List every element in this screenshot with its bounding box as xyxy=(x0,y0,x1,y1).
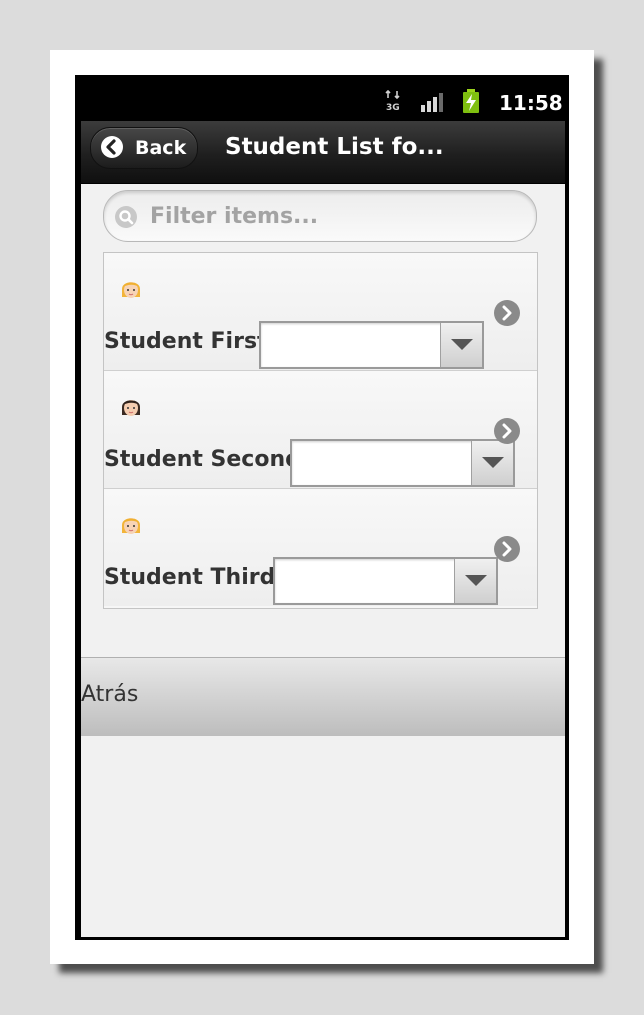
chevron-right-icon[interactable] xyxy=(494,418,520,444)
svg-text:3G: 3G xyxy=(386,103,400,112)
filter-input[interactable] xyxy=(148,200,522,232)
list-item[interactable]: Student Second xyxy=(104,371,537,489)
screenshot-frame: 3G 11:58 Back Student List fo... Filter … xyxy=(50,50,594,964)
filter-field[interactable] xyxy=(103,190,537,242)
dropdown-arrow[interactable] xyxy=(440,323,482,367)
back-button[interactable]: Back xyxy=(90,127,198,169)
battery-charging-icon xyxy=(463,89,479,113)
search-icon xyxy=(115,206,137,228)
back-button-label: Back xyxy=(135,137,187,159)
clock-time: 11:58 xyxy=(499,91,563,115)
student-select[interactable] xyxy=(273,557,498,605)
app-screen: 3G 11:58 Back Student List fo... Filter … xyxy=(81,75,565,937)
footer-back-bar[interactable]: Atrás xyxy=(81,657,565,736)
signal-strength-icon xyxy=(421,93,443,112)
phone-device: 3G 11:58 Back Student List fo... Filter … xyxy=(75,75,569,940)
dropdown-arrow[interactable] xyxy=(471,441,513,485)
footer-back-label: Atrás xyxy=(81,682,139,707)
dropdown-arrow[interactable] xyxy=(454,559,496,603)
chevron-right-icon[interactable] xyxy=(494,300,520,326)
list-item[interactable]: Student First xyxy=(104,253,537,371)
network-3g-icon: 3G xyxy=(385,90,400,112)
chevron-down-icon xyxy=(451,339,473,350)
student-name: Student Third xyxy=(104,565,276,590)
header-bar: Back Student List fo... xyxy=(81,121,565,184)
chevron-right-icon[interactable] xyxy=(494,536,520,562)
student-select[interactable] xyxy=(259,321,484,369)
brunette-girl-avatar-icon xyxy=(122,400,140,416)
student-name: Student First xyxy=(104,329,268,354)
student-list: Student First Student Second Student Thi… xyxy=(103,252,538,609)
student-select[interactable] xyxy=(290,439,515,487)
page-title: Student List fo... xyxy=(225,134,444,160)
blonde-girl-avatar-icon xyxy=(122,282,140,298)
list-item[interactable]: Student Third xyxy=(104,489,537,606)
chevron-left-icon xyxy=(101,136,123,158)
chevron-down-icon xyxy=(465,575,487,586)
student-name: Student Second xyxy=(104,447,301,472)
status-bar: 3G 11:58 xyxy=(81,75,565,121)
chevron-down-icon xyxy=(482,457,504,468)
blonde-girl-avatar-icon xyxy=(122,518,140,534)
